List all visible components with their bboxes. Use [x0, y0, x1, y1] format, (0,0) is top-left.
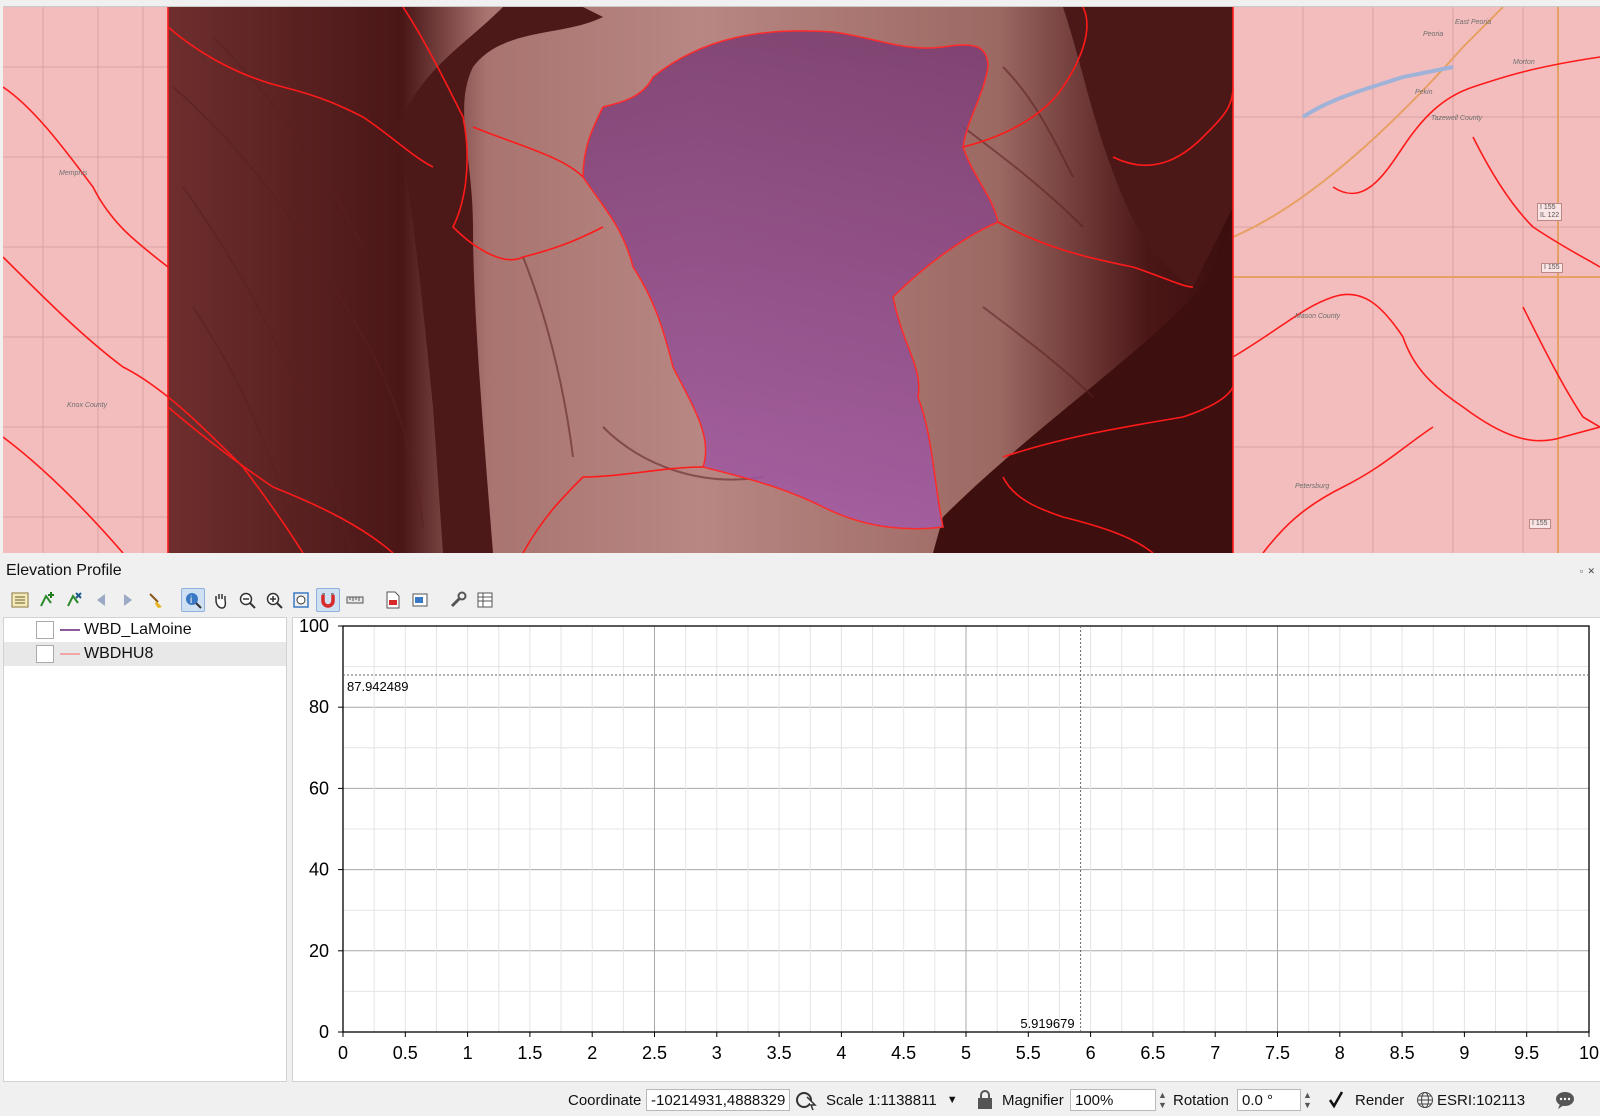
y-tick-label: 60 — [309, 778, 329, 798]
layer-color-swatch — [60, 653, 80, 655]
scale-label: Scale — [826, 1091, 864, 1109]
profile-toolbar: i — [8, 588, 497, 612]
x-tick-label: 5 — [961, 1043, 971, 1063]
elevation-profile-chart[interactable]: 0 0.5 1 1.5 2 2.5 3 3.5 4 4.5 5 5.5 6 6.5 7 7.5 8 8.5 9 9.5… — [292, 617, 1600, 1082]
render-checkbox[interactable] — [1327, 1088, 1345, 1112]
place-label-morton: Morton — [1513, 59, 1535, 66]
x-tick-label: 0 — [338, 1043, 348, 1063]
coordinate-label: Coordinate — [568, 1091, 642, 1109]
layer-color-swatch — [60, 629, 80, 631]
x-tick-label: 8.5 — [1390, 1043, 1415, 1063]
panel-title: Elevation Profile — [6, 562, 122, 579]
x-tick-label: 4 — [836, 1043, 846, 1063]
cursor-y-value: 87.942489 — [347, 679, 408, 694]
x-tick-label: 7 — [1210, 1043, 1220, 1063]
place-label-knox-county: Knox County — [67, 402, 108, 409]
x-tick-label: 2.5 — [642, 1043, 667, 1063]
road-shield-i155-south: I 155 — [1529, 519, 1551, 529]
y-tick-label: 80 — [309, 697, 329, 717]
y-tick-label: 0 — [319, 1022, 329, 1042]
cursor-x-value: 5.919679 — [1020, 1016, 1074, 1031]
add-layer-icon[interactable] — [35, 588, 59, 612]
scale-value: 1:1138811 — [868, 1091, 937, 1109]
magnet-icon[interactable] — [316, 588, 340, 612]
messages-icon[interactable] — [1554, 1088, 1576, 1112]
road-shield-i155: I 155 — [1541, 263, 1563, 273]
lock-scale-icon[interactable] — [976, 1088, 994, 1112]
x-tick-label: 3 — [712, 1043, 722, 1063]
layer-checkbox[interactable] — [36, 645, 54, 663]
render-label: Render — [1355, 1091, 1405, 1109]
place-label-mason-county: Mason County — [1295, 313, 1341, 320]
svg-text:i: i — [190, 595, 192, 606]
magnifier-field[interactable]: 100% — [1070, 1089, 1156, 1111]
place-label-memphis: Memphis — [59, 170, 88, 177]
place-label-pekin: Pekin — [1415, 89, 1433, 96]
magnifier-spinner[interactable]: ▲ ▼ — [1158, 1090, 1167, 1110]
x-tick-label: 2 — [587, 1043, 597, 1063]
zoom-in-icon[interactable] — [262, 588, 286, 612]
crs-label[interactable]: ESRI:102113 — [1437, 1088, 1525, 1112]
x-tick-label: 4.5 — [891, 1043, 916, 1063]
crs-globe-icon[interactable] — [1416, 1088, 1434, 1112]
zoom-out-icon[interactable] — [235, 588, 259, 612]
x-tick-label: 1.5 — [517, 1043, 542, 1063]
x-tick-label: 10 — [1579, 1043, 1599, 1063]
x-tick-label: 0.5 — [393, 1043, 418, 1063]
pan-hand-icon[interactable] — [208, 588, 232, 612]
x-tick-label: 6 — [1086, 1043, 1096, 1063]
place-label-peoria: Peoria — [1423, 31, 1444, 38]
x-tick-label: 9.5 — [1514, 1043, 1539, 1063]
identify-icon[interactable]: i — [181, 588, 205, 612]
rotation-label: Rotation — [1173, 1091, 1229, 1109]
layer-name: WBD_LaMoine — [84, 621, 192, 638]
road-shield-i155-il122: I 155 IL 122 — [1537, 203, 1563, 221]
y-tick-label: 100 — [299, 618, 329, 636]
place-label-petersburg: Petersburg — [1295, 483, 1330, 490]
rotation-spinner[interactable]: ▲ ▼ — [1303, 1090, 1312, 1110]
x-tick-label: 9 — [1459, 1043, 1469, 1063]
panel-window-controls[interactable]: ▫ ✕ — [1580, 566, 1596, 577]
layer-name: WBDHU8 — [84, 645, 154, 662]
x-tick-label: 3.5 — [767, 1043, 792, 1063]
scale-combo[interactable]: 1:1138811 ▼ — [864, 1089, 962, 1111]
remove-layer-icon[interactable] — [62, 588, 86, 612]
layer-row[interactable]: WBDHU8 — [4, 642, 286, 666]
map-canvas[interactable]: Memphis Knox County East Peoria Peoria M… — [3, 6, 1600, 553]
settings-wrench-icon[interactable] — [446, 588, 470, 612]
place-label-east-peoria: East Peoria — [1455, 19, 1492, 26]
chevron-down-icon: ▼ — [946, 1094, 958, 1106]
x-tick-label: 6.5 — [1140, 1043, 1165, 1063]
zoom-extent-icon[interactable] — [289, 588, 313, 612]
layer-list-icon[interactable] — [8, 588, 32, 612]
x-tick-label: 7.5 — [1265, 1043, 1290, 1063]
clear-brush-icon[interactable] — [143, 588, 167, 612]
magnifier-label: Magnifier — [1002, 1091, 1064, 1109]
export-pdf-icon[interactable] — [381, 588, 405, 612]
export-image-icon[interactable] — [408, 588, 432, 612]
back-arrow-icon[interactable] — [89, 588, 113, 612]
forward-arrow-icon[interactable] — [116, 588, 140, 612]
map-graphics — [3, 7, 1600, 553]
mouse-coordinate-toggle-icon[interactable] — [795, 1088, 817, 1112]
measure-ruler-icon[interactable] — [343, 588, 367, 612]
layer-row[interactable]: WBD_LaMoine — [4, 618, 286, 642]
rotation-field[interactable]: 0.0 ° — [1237, 1089, 1301, 1111]
coordinate-field[interactable]: -10214931,4888329 — [646, 1089, 790, 1111]
place-label-tazewell-county: Tazewell County — [1431, 115, 1483, 122]
x-tick-label: 8 — [1335, 1043, 1345, 1063]
x-tick-label: 1 — [463, 1043, 473, 1063]
profile-layer-list: WBD_LaMoine WBDHU8 — [3, 617, 287, 1082]
layer-checkbox[interactable] — [36, 621, 54, 639]
y-tick-label: 40 — [309, 860, 329, 880]
status-bar: Coordinate -10214931,4888329 Scale 1:113… — [0, 1084, 1600, 1116]
y-tick-label: 20 — [309, 941, 329, 961]
profile-plot: 0 0.5 1 1.5 2 2.5 3 3.5 4 4.5 5 5.5 6 6.5 7 7.5 8 8.5 9 9.5… — [299, 618, 1599, 1063]
x-tick-label: 5.5 — [1016, 1043, 1041, 1063]
table-icon[interactable] — [473, 588, 497, 612]
